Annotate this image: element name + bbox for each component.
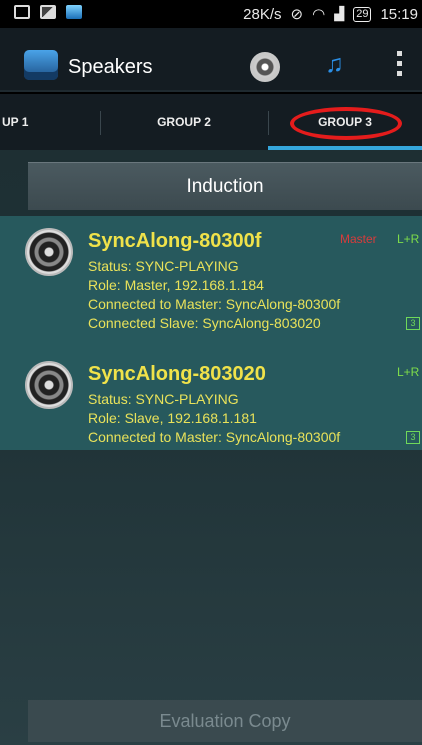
speaker-role: Role: Master, 192.168.1.184 [88, 277, 264, 293]
status-bar: 28K/s ⊘ ◠ ▟ 29 15:19 [0, 0, 422, 28]
tab-group-1[interactable]: UP 1 [0, 94, 100, 150]
channel-count-badge: 3 [406, 317, 420, 330]
clock: 15:19 [380, 5, 418, 23]
induction-button[interactable]: Induction [28, 162, 422, 210]
speaker-connected-master: Connected to Master: SyncAlong-80300f [88, 429, 341, 445]
speaker-role: Role: Slave, 192.168.1.181 [88, 410, 257, 426]
action-bar: Speakers ♫ [0, 28, 422, 92]
speaker-name: SyncAlong-80300f [88, 230, 262, 252]
speaker-list: SyncAlong-80300f Master L+R Status: SYNC… [0, 216, 422, 450]
master-badge: Master [340, 232, 377, 246]
speaker-name: SyncAlong-803020 [88, 363, 266, 385]
speaker-icon [25, 228, 73, 276]
evaluation-copy-button[interactable]: Evaluation Copy [28, 700, 422, 742]
app-title: Speakers [68, 56, 153, 78]
channel-label: L+R [397, 232, 420, 246]
speaker-connected-master: Connected to Master: SyncAlong-80300f [88, 296, 341, 312]
tab-group-2[interactable]: GROUP 2 [100, 94, 268, 150]
battery-icon: 29 [353, 6, 372, 22]
channel-count-badge: 3 [406, 431, 420, 444]
mail-icon [14, 5, 30, 19]
mute-icon: ⊘ [290, 6, 304, 23]
app-icon [66, 5, 82, 19]
speaker-status: Status: SYNC-PLAYING [88, 258, 239, 274]
wifi-icon: ◠ [312, 6, 326, 23]
signal-icon: ▟ [334, 6, 345, 21]
image-icon [40, 5, 56, 19]
music-icon[interactable]: ♫ [325, 50, 344, 79]
app-logo-icon [24, 50, 58, 80]
overflow-menu-icon[interactable] [397, 51, 405, 81]
speaker-icon[interactable] [250, 52, 280, 82]
selected-tab-highlight-circle [290, 107, 402, 140]
group-content: Induction SyncAlong-80300f Master L+R St… [0, 150, 422, 745]
channel-label: L+R [397, 365, 420, 379]
network-speed: 28K/s [243, 5, 282, 23]
speaker-connected-slave: Connected Slave: SyncAlong-803020 [88, 315, 321, 331]
speaker-status: Status: SYNC-PLAYING [88, 391, 239, 407]
speaker-item[interactable]: SyncAlong-80300f Master L+R Status: SYNC… [0, 216, 422, 333]
speaker-item[interactable]: SyncAlong-803020 L+R Status: SYNC-PLAYIN… [0, 349, 422, 449]
speaker-icon [25, 361, 73, 409]
